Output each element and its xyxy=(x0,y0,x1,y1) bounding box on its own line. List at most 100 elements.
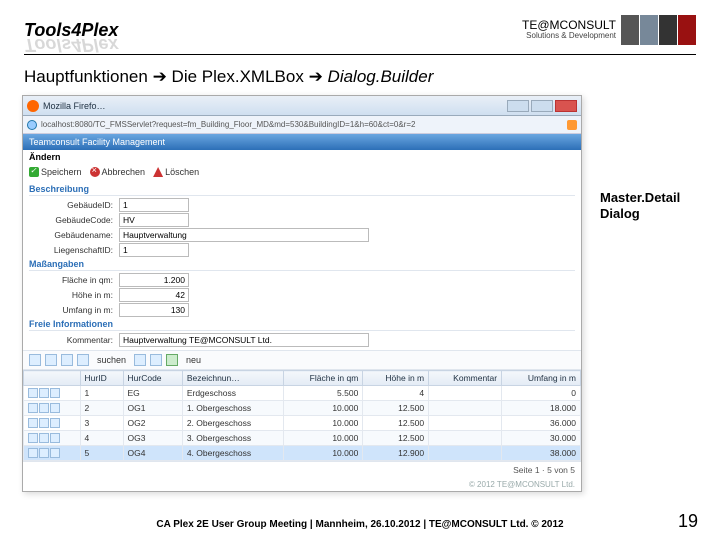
row-action-icon[interactable] xyxy=(39,433,49,443)
firefox-icon xyxy=(27,100,39,112)
row-action-icon[interactable] xyxy=(39,418,49,428)
cancel-button[interactable]: Abbrechen xyxy=(90,167,146,177)
row-action-icon[interactable] xyxy=(28,418,38,428)
row-action-icon[interactable] xyxy=(28,403,38,413)
cell: 10.000 xyxy=(283,416,363,431)
col-header[interactable]: HurID xyxy=(80,371,123,386)
input-umfang[interactable] xyxy=(119,303,189,317)
col-header[interactable]: Umfang in m xyxy=(502,371,581,386)
row-action-icon[interactable] xyxy=(50,433,60,443)
col-header[interactable] xyxy=(24,371,81,386)
input-gebaeudename[interactable] xyxy=(119,228,369,242)
grid-icon-new[interactable] xyxy=(166,354,178,366)
col-header[interactable]: Höhe in m xyxy=(363,371,429,386)
row-action-icon[interactable] xyxy=(50,388,60,398)
label-gebaeudeid: GebäudeID: xyxy=(29,200,119,210)
logo-teamconsult: TE@MCONSULT Solutions & Development xyxy=(522,15,696,45)
cell xyxy=(429,431,502,446)
col-header[interactable]: Bezeichnun… xyxy=(182,371,283,386)
window-titlebar: Mozilla Firefo… xyxy=(23,96,581,116)
cell: OG1 xyxy=(123,401,182,416)
cell: 36.000 xyxy=(502,416,581,431)
table-row[interactable]: 4OG33. Obergeschoss10.00012.500 30.000 xyxy=(24,431,581,446)
cell: 4 xyxy=(80,431,123,446)
col-header[interactable]: Kommentar xyxy=(429,371,502,386)
slide-footer: CA Plex 2E User Group Meeting | Mannheim… xyxy=(0,519,720,530)
page-copyright: © 2012 TE@MCONSULT Ltd. xyxy=(23,478,581,491)
save-button[interactable]: Speichern xyxy=(29,167,82,177)
section-free: Freie Informationen xyxy=(29,319,575,331)
grid-icon-refresh[interactable] xyxy=(150,354,162,366)
cell: 10.000 xyxy=(283,446,363,461)
row-action-icon[interactable] xyxy=(28,388,38,398)
input-gebaeudecode[interactable] xyxy=(119,213,189,227)
cell: 12.500 xyxy=(363,401,429,416)
row-action-icon[interactable] xyxy=(50,418,60,428)
grid-icon-export[interactable] xyxy=(134,354,146,366)
col-header[interactable]: Fläche in qm xyxy=(283,371,363,386)
section-description: Beschreibung xyxy=(29,184,575,196)
cell: 10.000 xyxy=(283,431,363,446)
cell: 4 xyxy=(363,386,429,401)
row-action-icon[interactable] xyxy=(50,403,60,413)
cell: 5 xyxy=(80,446,123,461)
window-close[interactable] xyxy=(555,100,577,112)
grid-icon-search[interactable] xyxy=(77,354,89,366)
header-divider xyxy=(24,54,696,55)
grid-icon-2[interactable] xyxy=(45,354,57,366)
table-row[interactable]: 5OG44. Obergeschoss10.00012.90038.000 xyxy=(24,446,581,461)
row-action-icon[interactable] xyxy=(28,448,38,458)
slide-title: Hauptfunktionen ➔ Die Plex.XMLBox ➔ Dial… xyxy=(0,63,720,95)
cell: 12.900 xyxy=(363,446,429,461)
address-bar: localhost:8080/TC_FMSServlet?request=fm_… xyxy=(23,116,581,134)
input-liegenschaft[interactable] xyxy=(119,243,189,257)
cell: 1. Obergeschoss xyxy=(182,401,283,416)
cell: 12.500 xyxy=(363,431,429,446)
cell xyxy=(429,386,502,401)
url-field[interactable]: localhost:8080/TC_FMSServlet?request=fm_… xyxy=(41,120,563,129)
delete-button[interactable]: Löschen xyxy=(153,167,199,177)
cell xyxy=(429,446,502,461)
grid-search-label[interactable]: suchen xyxy=(97,355,126,365)
row-action-icon[interactable] xyxy=(28,433,38,443)
row-action-icon[interactable] xyxy=(39,448,49,458)
delete-icon xyxy=(153,167,163,177)
cell: 4. Obergeschoss xyxy=(182,446,283,461)
cancel-icon xyxy=(90,167,100,177)
table-row[interactable]: 1EGErdgeschoss5.50040 xyxy=(24,386,581,401)
input-hoehe[interactable] xyxy=(119,288,189,302)
detail-grid: HurIDHurCodeBezeichnun…Fläche in qmHöhe … xyxy=(23,370,581,461)
cell xyxy=(429,401,502,416)
grid-new-label[interactable]: neu xyxy=(186,355,201,365)
input-gebaeudeid[interactable] xyxy=(119,198,189,212)
col-header[interactable]: HurCode xyxy=(123,371,182,386)
cell: OG3 xyxy=(123,431,182,446)
grid-icon-3[interactable] xyxy=(61,354,73,366)
cell: 12.500 xyxy=(363,416,429,431)
input-flaeche[interactable] xyxy=(119,273,189,287)
section-measure: Maßangaben xyxy=(29,259,575,271)
cell: 38.000 xyxy=(502,446,581,461)
cell: 3. Obergeschoss xyxy=(182,431,283,446)
table-row[interactable]: 3OG22. Obergeschoss10.00012.50036.000 xyxy=(24,416,581,431)
cell: 18.000 xyxy=(502,401,581,416)
label-gebaeudecode: GebäudeCode: xyxy=(29,215,119,225)
check-icon xyxy=(29,167,39,177)
cell: Erdgeschoss xyxy=(182,386,283,401)
table-row[interactable]: 2OG11. Obergeschoss10.00012.50018.000 xyxy=(24,401,581,416)
grid-icon-1[interactable] xyxy=(29,354,41,366)
window-maximize[interactable] xyxy=(531,100,553,112)
decorative-tiles xyxy=(620,15,696,45)
cell: 30.000 xyxy=(502,431,581,446)
row-action-icon[interactable] xyxy=(39,388,49,398)
cell: 2 xyxy=(80,401,123,416)
label-liegenschaft: LiegenschaftID: xyxy=(29,245,119,255)
input-kommentar[interactable] xyxy=(119,333,369,347)
pager: Seite 1 · 5 von 5 xyxy=(23,461,581,478)
window-minimize[interactable] xyxy=(507,100,529,112)
cell: 3 xyxy=(80,416,123,431)
row-action-icon[interactable] xyxy=(39,403,49,413)
row-action-icon[interactable] xyxy=(50,448,60,458)
page-number: 19 xyxy=(678,511,698,532)
search-icon[interactable] xyxy=(567,120,577,130)
